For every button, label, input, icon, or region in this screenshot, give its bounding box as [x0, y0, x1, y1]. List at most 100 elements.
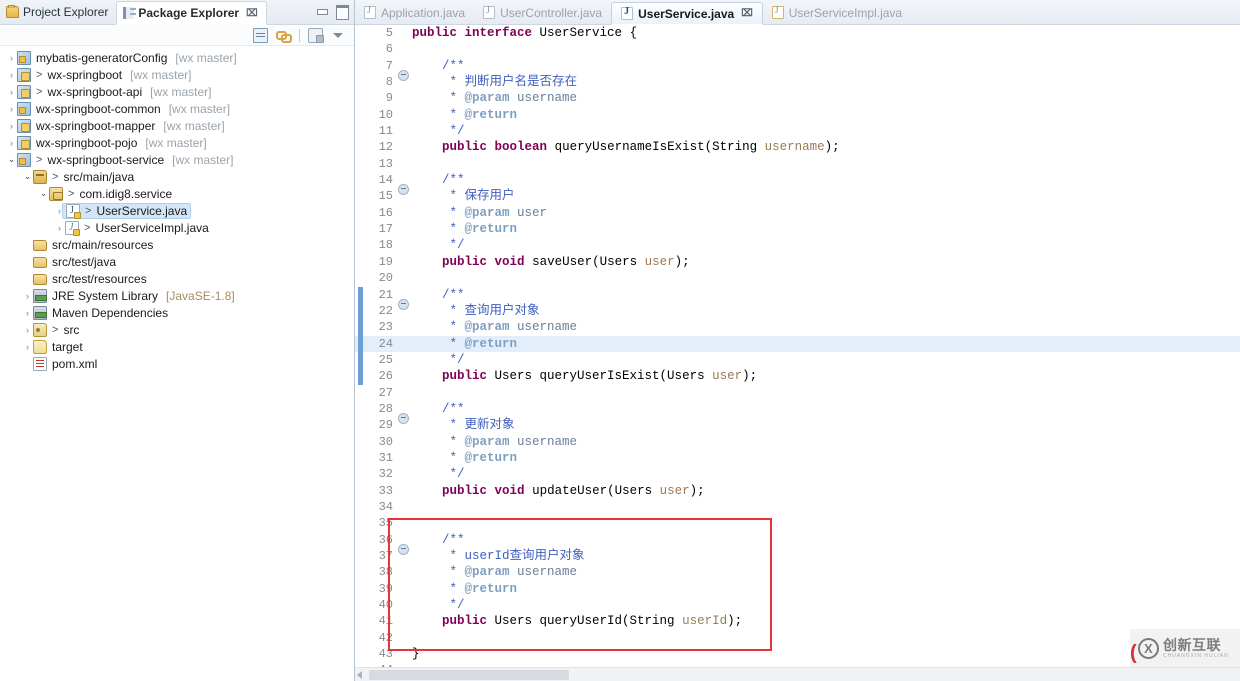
code-line[interactable]: 29 * 更新对象 [355, 417, 1240, 433]
tree-item-jre-system-library[interactable]: › JRE System Library [JavaSE-1.8] [0, 287, 354, 304]
tree-item-com-idig8-service[interactable]: ⌄ > com.idig8.service [0, 185, 354, 202]
code-line[interactable]: 17 * @return [355, 221, 1240, 237]
close-icon[interactable]: ⌧ [741, 8, 753, 19]
tab-package-explorer[interactable]: Package Explorer ⌧ [116, 1, 267, 25]
code-line[interactable]: 28 /** [355, 401, 1240, 425]
code-line[interactable]: 22 * 查询用户对象 [355, 303, 1240, 319]
tree-item-userservice-java[interactable]: ›>UserService.java [0, 202, 354, 219]
code-line[interactable]: 15 * 保存用户 [355, 188, 1240, 204]
code-line[interactable]: 12 public boolean queryUsernameIsExist(S… [355, 139, 1240, 155]
editor-tab-userserviceimpl-java[interactable]: UserServiceImpl.java [763, 1, 911, 24]
editor-tab-userservice-java[interactable]: UserService.java ⌧ [611, 2, 763, 25]
code-line[interactable]: 7 /** [355, 58, 1240, 81]
tree-item-label-wrap: > src/main/java [33, 169, 134, 184]
tree-item-wx-springboot-service[interactable]: ⌄ > wx-springboot-service [wx master] [0, 151, 354, 168]
package-explorer-tree[interactable]: › mybatis-generatorConfig [wx master] › > wx-… [0, 46, 354, 681]
tree-item-src-test-resources[interactable]: src/test/resources [0, 270, 354, 287]
code-line[interactable]: 8 * 判断用户名是否存在 [355, 74, 1240, 90]
expand-arrow-icon[interactable]: ⌄ [6, 154, 17, 165]
tree-item-wx-springboot-api[interactable]: › > wx-springboot-api [wx master] [0, 83, 354, 100]
tree-item-wx-springboot-mapper[interactable]: › wx-springboot-mapper [wx master] [0, 117, 354, 134]
code-line[interactable]: 34 [355, 499, 1240, 515]
tree-item-wx-springboot[interactable]: › > wx-springboot [wx master] [0, 66, 354, 83]
tree-item-wx-springboot-pojo[interactable]: › wx-springboot-pojo [wx master] [0, 134, 354, 151]
code-line[interactable]: 25 */ [355, 352, 1240, 368]
collapse-arrow-icon[interactable]: › [6, 70, 17, 80]
tab-project-explorer[interactable]: Project Explorer [0, 0, 116, 24]
code-line[interactable]: 38 * @param username [355, 564, 1240, 580]
code-line[interactable]: 40 */ [355, 597, 1240, 613]
java-class-icon [65, 220, 80, 236]
tree-item-maven-dependencies[interactable]: › Maven Dependencies [0, 304, 354, 321]
horizontal-scroll-thumb[interactable] [369, 670, 569, 680]
code-line[interactable]: 23 * @param username [355, 319, 1240, 335]
code-line[interactable]: 24 * @return [355, 335, 1240, 352]
code-line[interactable]: 14 /** [355, 172, 1240, 196]
collapse-arrow-icon[interactable]: › [6, 138, 17, 148]
link-with-editor-icon[interactable] [276, 28, 292, 43]
collapse-arrow-icon[interactable]: › [6, 87, 17, 97]
editor-tab-usercontroller-java[interactable]: UserController.java [474, 1, 611, 24]
expand-arrow-icon[interactable]: ⌄ [38, 188, 49, 199]
code-editor[interactable]: 5 public interface UserService {6 7 /** 8 *… [355, 25, 1240, 667]
code-line[interactable]: 26 public Users queryUserIsExist(Users u… [355, 368, 1240, 384]
code-line-text: * @param user [410, 205, 1240, 221]
code-line[interactable]: 19 public void saveUser(Users user); [355, 254, 1240, 270]
code-line-text: */ [410, 123, 1240, 139]
code-line[interactable]: 27 [355, 385, 1240, 401]
code-line[interactable]: 39 * @return [355, 581, 1240, 597]
view-dropdown-icon[interactable] [331, 28, 346, 43]
collapse-arrow-icon[interactable]: › [22, 308, 33, 318]
close-icon[interactable]: ⌧ [246, 8, 258, 19]
maximize-icon[interactable] [335, 4, 349, 20]
tree-item-src-test-java[interactable]: src/test/java [0, 253, 354, 270]
code-line[interactable]: 18 */ [355, 237, 1240, 253]
collapse-arrow-icon[interactable]: › [22, 291, 33, 301]
view-menu-icon[interactable] [308, 27, 324, 43]
code-line[interactable]: 21 /** [355, 287, 1240, 310]
tree-item-wx-springboot-common[interactable]: › wx-springboot-common [wx master] [0, 100, 354, 117]
minimize-icon[interactable] [315, 4, 328, 17]
code-line[interactable]: 11 */ [355, 123, 1240, 139]
code-line[interactable]: 31 * @return [355, 450, 1240, 466]
tree-item-src-main-resources[interactable]: src/main/resources [0, 236, 354, 253]
code-line[interactable]: 30 * @param username [355, 434, 1240, 450]
tree-item-userserviceimpl-java[interactable]: › > UserServiceImpl.java [0, 219, 354, 236]
collapse-arrow-icon[interactable]: › [6, 53, 17, 63]
code-line[interactable]: 32 */ [355, 466, 1240, 482]
code-line[interactable]: 33 public void updateUser(Users user); [355, 483, 1240, 499]
scroll-left-arrow-icon[interactable] [357, 671, 362, 679]
code-line[interactable]: 5 public interface UserService { [355, 25, 1240, 41]
code-line[interactable]: 16 * @param user [355, 205, 1240, 221]
code-line[interactable]: 41 public Users queryUserId(String userI… [355, 613, 1240, 629]
tree-item-src[interactable]: › > src [0, 321, 354, 338]
code-token-plain: UserService { [532, 26, 638, 40]
expand-arrow-icon[interactable]: ⌄ [22, 171, 33, 182]
java-class-icon [364, 5, 376, 19]
collapse-all-icon[interactable] [253, 27, 268, 43]
editor-tab-application-java[interactable]: Application.java [355, 1, 474, 24]
code-line[interactable]: 6 [355, 41, 1240, 57]
code-line[interactable]: 9 * @param username [355, 90, 1240, 106]
horizontal-scrollbar[interactable] [355, 667, 1240, 681]
collapse-arrow-icon[interactable]: › [6, 104, 17, 114]
collapse-arrow-icon[interactable]: › [22, 325, 33, 335]
collapse-arrow-icon[interactable]: › [22, 342, 33, 352]
code-line[interactable]: 36 /** [355, 532, 1240, 555]
tree-item-mybatis-generatorconfig[interactable]: › mybatis-generatorConfig [wx master] [0, 49, 354, 66]
line-number: 29 [378, 418, 393, 433]
code-line[interactable]: 37 * userId查询用户对象 [355, 548, 1240, 564]
code-line[interactable]: 43} [355, 646, 1240, 662]
tree-item-pom-xml[interactable]: pom.xml [0, 355, 354, 372]
code-token-param: username [517, 91, 578, 106]
code-line[interactable]: 20 [355, 270, 1240, 286]
code-line[interactable]: 42 [355, 630, 1240, 646]
code-line[interactable]: 13 [355, 156, 1240, 172]
code-line[interactable]: 35 [355, 515, 1240, 531]
tree-item-src-main-java[interactable]: ⌄ > src/main/java [0, 168, 354, 185]
collapse-arrow-icon[interactable]: › [6, 121, 17, 131]
code-line-text: */ [410, 466, 1240, 482]
code-line[interactable]: 10 * @return [355, 107, 1240, 123]
tree-item-target[interactable]: › target [0, 338, 354, 355]
collapse-arrow-icon[interactable]: › [54, 223, 65, 233]
